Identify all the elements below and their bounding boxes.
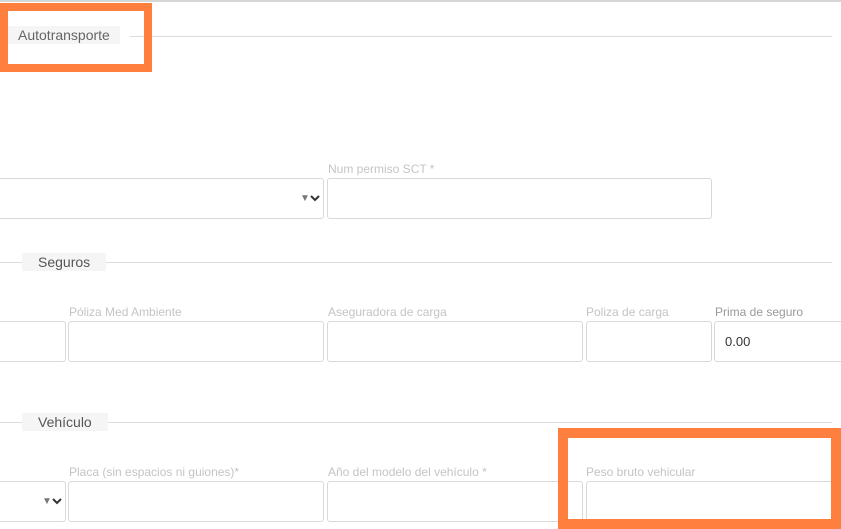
autotransporte-divider [130,36,832,37]
prima-seguro-input[interactable] [714,321,841,362]
poliza-resp-civil-input[interactable] [0,321,66,362]
config-vehicular-select[interactable] [0,481,66,522]
permiso-type-select[interactable] [0,178,324,219]
seguros-divider [0,262,832,263]
num-permiso-label: Num permiso SCT * [328,162,435,176]
poliza-carga-label: Poliza de carga [586,305,669,319]
vehiculo-divider [0,422,832,423]
poliza-carga-input[interactable] [586,321,712,362]
top-border [0,0,841,2]
vehiculo-legend: Vehículo [22,413,108,431]
num-permiso-input[interactable] [327,178,712,219]
seguros-legend: Seguros [22,253,107,271]
poliza-med-ambiente-label: Póliza Med Ambiente [69,305,182,319]
peso-bruto-input[interactable] [586,481,834,522]
peso-bruto-label: Peso bruto vehicular [586,465,696,479]
aseguradora-carga-label: Aseguradora de carga [328,305,447,319]
anio-modelo-label: Año del modelo del vehículo * [328,465,487,479]
placa-input[interactable] [68,481,324,522]
aseguradora-carga-input[interactable] [327,321,583,362]
placa-label: Placa (sin espacios ni guiones)* [69,465,240,479]
poliza-med-ambiente-input[interactable] [68,321,324,362]
anio-modelo-input[interactable] [327,481,583,522]
prima-seguro-label: Prima de seguro [715,305,804,319]
autotransporte-legend: Autotransporte [8,26,120,44]
